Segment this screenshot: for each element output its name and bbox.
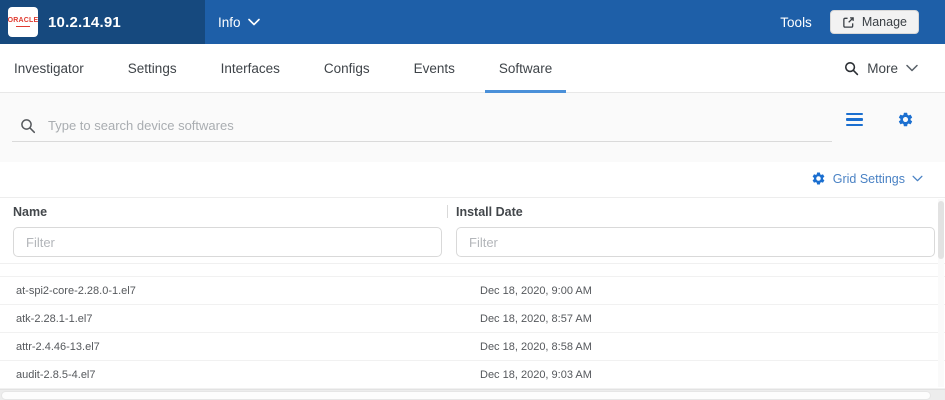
gear-icon[interactable] [897, 111, 914, 128]
horizontal-scrollbar-thumb[interactable] [1, 391, 931, 400]
top-bar: ORACLE 10.2.14.91 Info Tools Manage [0, 0, 945, 44]
tab-bar-actions: More [844, 44, 945, 92]
table-filter-row [0, 224, 945, 264]
chevron-down-icon[interactable] [906, 64, 918, 72]
grid-settings-section: Grid Settings [0, 162, 945, 197]
install-date-cell: Dec 18, 2020, 8:58 AM [480, 340, 592, 353]
tab-label: Interfaces [220, 60, 280, 76]
column-divider [447, 205, 448, 218]
table-row[interactable]: at-spi2-core-2.28.0-1.el7 Dec 18, 2020, … [0, 277, 945, 305]
search-actions [846, 111, 914, 128]
tab-investigator[interactable]: Investigator [0, 44, 98, 92]
search-input[interactable] [48, 118, 832, 133]
table-row[interactable]: attr-2.4.46-13.el7 Dec 18, 2020, 8:58 AM [0, 333, 945, 361]
device-tab-bar: Investigator Settings Interfaces Configs… [0, 44, 945, 93]
tab-label: Software [498, 60, 553, 76]
software-name-cell: at-spi2-core-2.28.0-1.el7 [16, 284, 136, 297]
tab-label: Investigator [14, 60, 84, 76]
software-name-cell: attr-2.4.46-13.el7 [16, 340, 100, 353]
more-menu[interactable]: More [867, 61, 898, 76]
search-icon [20, 118, 36, 134]
open-in-new-icon [842, 16, 855, 29]
manage-button[interactable]: Manage [829, 10, 919, 34]
device-ip-label: 10.2.14.91 [48, 13, 121, 31]
oracle-logo: ORACLE [8, 7, 38, 37]
software-search-field [12, 110, 832, 142]
gear-icon [811, 171, 826, 186]
device-software-page: ORACLE 10.2.14.91 Info Tools Manage Inve… [0, 0, 945, 400]
info-dropdown[interactable]: Info [218, 15, 260, 30]
grid-settings-label: Grid Settings [832, 171, 905, 186]
install-date-filter-input[interactable] [456, 227, 935, 257]
column-header-name[interactable]: Name [13, 205, 47, 219]
tools-menu-item[interactable]: Tools [780, 15, 812, 30]
install-date-cell: Dec 18, 2020, 9:03 AM [480, 368, 592, 381]
table-row[interactable]: audit-2.8.5-4.el7 Dec 18, 2020, 9:03 AM [0, 361, 945, 389]
device-identity: ORACLE 10.2.14.91 [0, 0, 205, 44]
tab-software[interactable]: Software [484, 44, 567, 93]
tab-interfaces[interactable]: Interfaces [207, 44, 294, 92]
oracle-logo-underline [16, 25, 30, 28]
tab-settings[interactable]: Settings [114, 44, 191, 92]
install-date-cell: Dec 18, 2020, 8:57 AM [480, 312, 592, 325]
tab-label: Events [413, 60, 455, 76]
vertical-scrollbar-thumb[interactable] [938, 201, 944, 259]
info-dropdown-label: Info [218, 14, 241, 30]
software-name-cell: atk-2.28.1-1.el7 [16, 312, 93, 325]
chevron-down-icon [912, 175, 923, 182]
table-row[interactable]: atk-2.28.1-1.el7 Dec 18, 2020, 8:57 AM [0, 305, 945, 333]
table-spacer-row [0, 264, 945, 277]
chevron-down-icon [247, 18, 260, 26]
oracle-logo-text: ORACLE [7, 16, 39, 24]
column-header-install-date[interactable]: Install Date [456, 205, 523, 219]
horizontal-scrollbar[interactable] [0, 389, 945, 400]
table-header-row: Name Install Date [0, 197, 945, 224]
software-table-body: at-spi2-core-2.28.0-1.el7 Dec 18, 2020, … [0, 277, 945, 389]
name-filter-input[interactable] [13, 227, 442, 257]
tab-events[interactable]: Events [400, 44, 469, 92]
vertical-scrollbar[interactable] [938, 199, 944, 387]
tab-configs[interactable]: Configs [310, 44, 384, 92]
tab-label: Configs [323, 60, 370, 76]
software-name-cell: audit-2.8.5-4.el7 [16, 368, 96, 381]
tab-label: Settings [127, 60, 177, 76]
top-bar-actions: Tools Manage [780, 10, 945, 34]
tab-list: Investigator Settings Interfaces Configs… [0, 44, 567, 93]
menu-icon[interactable] [846, 112, 863, 127]
grid-settings-dropdown[interactable]: Grid Settings [811, 171, 923, 186]
install-date-cell: Dec 18, 2020, 9:00 AM [480, 284, 592, 297]
manage-button-label: Manage [861, 15, 907, 29]
search-section [0, 93, 945, 162]
search-icon[interactable] [844, 61, 859, 76]
